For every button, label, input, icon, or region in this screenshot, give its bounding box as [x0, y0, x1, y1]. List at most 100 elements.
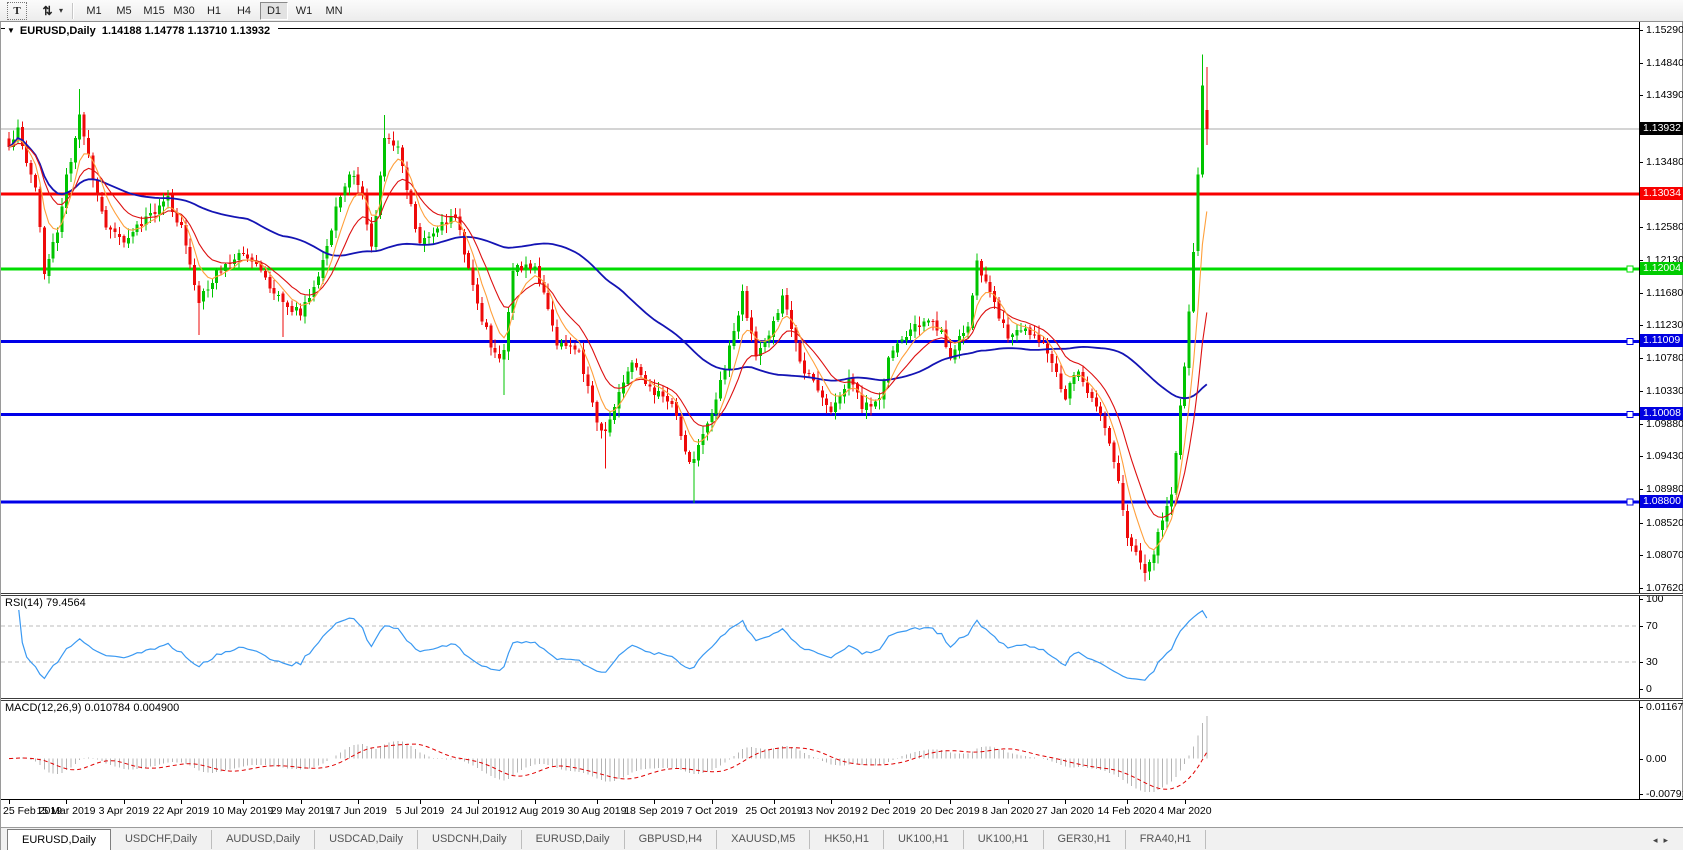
tab-scroll-arrows[interactable]: ◂▸	[1653, 835, 1674, 846]
timeframe-button-M1[interactable]: M1	[80, 2, 108, 20]
timeframe-button-M15[interactable]: M15	[140, 2, 168, 20]
timeframe-button-H1[interactable]: H1	[200, 2, 228, 20]
timeframe-button-M5[interactable]: M5	[110, 2, 138, 20]
macd-tick	[1639, 759, 1643, 760]
price-tick	[1639, 162, 1643, 163]
chart-tab-1-USDCHF-Daily[interactable]: USDCHF,Daily	[111, 830, 212, 849]
date-label: 15 Mar 2019	[37, 805, 96, 817]
date-label: 17 Jun 2019	[329, 805, 387, 817]
panel-splitter[interactable]	[1, 593, 1683, 596]
date-tick	[774, 800, 775, 804]
date-tick	[950, 800, 951, 804]
price-tick-label: 1.11680	[1646, 287, 1683, 300]
date-label: 24 Jul 2019	[451, 805, 505, 817]
trading-terminal: T ⇅ ▾ M1M5M15M30H1H4D1W1MN ▼ EURUSD,Daily…	[0, 0, 1683, 850]
rsi-chart[interactable]	[1, 596, 1639, 698]
date-label: 29 May 2019	[271, 805, 332, 817]
tab-scroll-left-icon[interactable]: ◂	[1653, 835, 1664, 845]
rsi-tick	[1639, 599, 1643, 600]
chart-tab-0-EURUSD-Daily[interactable]: EURUSD,Daily	[7, 829, 111, 850]
price-chart[interactable]	[1, 29, 1639, 593]
timeframe-button-M30[interactable]: M30	[170, 2, 198, 20]
date-label: 2 Dec 2019	[862, 805, 916, 817]
tab-scroll-right-icon[interactable]: ▸	[1663, 835, 1674, 845]
date-tick	[243, 800, 244, 804]
price-tick-label: 1.12580	[1646, 221, 1683, 234]
chart-tab-6-GBPUSD-H4[interactable]: GBPUSD,H4	[625, 830, 718, 849]
price-tick-label: 1.13480	[1646, 156, 1683, 169]
toolbar-separator	[72, 3, 74, 19]
rsi-tick	[1639, 689, 1643, 690]
price-tick-label: 1.11230	[1646, 319, 1683, 332]
timeframe-button-H4[interactable]: H4	[230, 2, 258, 20]
price-tick-label: 1.10330	[1646, 385, 1683, 398]
price-tick	[1639, 424, 1643, 425]
price-tick	[1639, 358, 1643, 359]
rsi-tick	[1639, 662, 1643, 663]
rsi-tick-label: 70	[1646, 620, 1658, 633]
date-tick	[1065, 800, 1066, 804]
timeframe-button-D1[interactable]: D1	[260, 2, 288, 20]
macd-tick	[1639, 707, 1643, 708]
chart-tab-9-UK100-H1[interactable]: UK100,H1	[884, 830, 964, 849]
macd-tick	[1639, 794, 1643, 795]
hline-handle[interactable]	[1627, 499, 1633, 505]
price-tick-label: 1.15290	[1646, 24, 1683, 37]
chart-tab-10-UK100-H1[interactable]: UK100,H1	[964, 830, 1044, 849]
hline-handle[interactable]	[1627, 338, 1633, 344]
date-tick	[358, 800, 359, 804]
rsi-tick	[1639, 626, 1643, 627]
collapse-triangle-icon[interactable]: ▼	[7, 26, 15, 35]
price-badge-1.11009: 1.11009	[1640, 334, 1683, 347]
rsi-tick-label: 0	[1646, 683, 1652, 696]
date-tick	[181, 800, 182, 804]
horizontal-lines[interactable]	[1, 129, 1639, 505]
date-tick	[654, 800, 655, 804]
hline-handle[interactable]	[1627, 266, 1633, 272]
text-label-tool-button[interactable]: T	[7, 2, 27, 20]
price-tick	[1639, 227, 1643, 228]
price-tick	[1639, 391, 1643, 392]
macd-chart[interactable]	[1, 701, 1639, 799]
date-label: 12 Aug 2019	[506, 805, 565, 817]
price-badge-1.10008: 1.10008	[1640, 407, 1683, 420]
date-label: 20 Dec 2019	[920, 805, 980, 817]
timeframe-button-MN[interactable]: MN	[320, 2, 348, 20]
rsi-tick-label: 30	[1646, 656, 1658, 669]
date-label: 22 Apr 2019	[153, 805, 210, 817]
price-tick-label: 1.08520	[1646, 517, 1683, 530]
timeframe-group: M1M5M15M30H1H4D1W1MN	[79, 2, 349, 20]
chart-tab-11-GER30-H1[interactable]: GER30,H1	[1044, 830, 1126, 849]
macd-histogram	[9, 716, 1207, 792]
hline-handle[interactable]	[1627, 411, 1633, 417]
timeframe-button-W1[interactable]: W1	[290, 2, 318, 20]
chart-tab-3-USDCAD-Daily[interactable]: USDCAD,Daily	[315, 830, 418, 849]
price-tick	[1639, 456, 1643, 457]
date-tick	[124, 800, 125, 804]
panel-splitter[interactable]	[1, 698, 1683, 701]
arrows-tool-button[interactable]: ⇅	[37, 2, 57, 20]
date-tick	[712, 800, 713, 804]
price-tick	[1639, 325, 1643, 326]
macd-tick-label: 0.011675	[1646, 701, 1683, 714]
date-label: 5 Jul 2019	[396, 805, 444, 817]
price-badge-1.12004: 1.12004	[1640, 262, 1683, 275]
dropdown-caret-icon[interactable]: ▾	[59, 6, 63, 15]
price-tick-label: 1.09430	[1646, 450, 1683, 463]
price-tick-label: 1.10780	[1646, 352, 1683, 365]
date-label: 7 Oct 2019	[686, 805, 737, 817]
date-tick	[597, 800, 598, 804]
chart-tab-4-USDCNH-Daily[interactable]: USDCNH,Daily	[418, 830, 522, 849]
macd-label: MACD(12,26,9) 0.010784 0.004900	[3, 702, 185, 715]
time-axis[interactable]: 25 Feb 201915 Mar 20193 Apr 201922 Apr 2…	[1, 799, 1683, 827]
chart-tab-2-AUDUSD-Daily[interactable]: AUDUSD,Daily	[212, 830, 315, 849]
date-tick	[1008, 800, 1009, 804]
chart-tab-12-FRA40-H1[interactable]: FRA40,H1	[1126, 830, 1206, 849]
chart-tab-5-EURUSD-Daily[interactable]: EURUSD,Daily	[522, 830, 625, 849]
chart-tab-bar: EURUSD,DailyUSDCHF,DailyAUDUSD,DailyUSDC…	[1, 827, 1683, 850]
date-label: 14 Feb 2020	[1098, 805, 1157, 817]
chart-tab-7-XAUUSD-M5[interactable]: XAUUSD,M5	[717, 830, 810, 849]
date-label: 3 Apr 2019	[99, 805, 150, 817]
price-tick	[1639, 523, 1643, 524]
chart-tab-8-HK50-H1[interactable]: HK50,H1	[810, 830, 884, 849]
